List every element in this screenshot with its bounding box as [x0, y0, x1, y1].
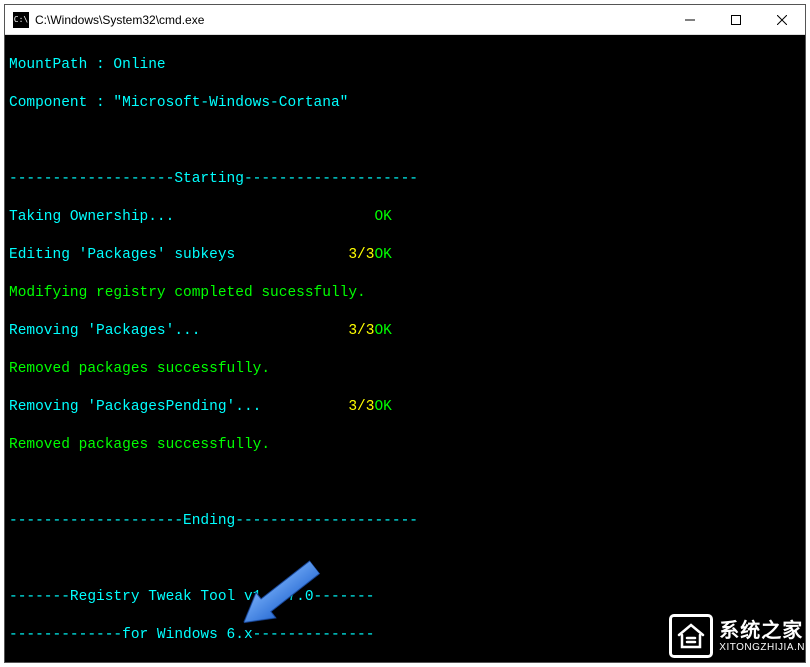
task-line: Removing 'PackagesPending'...	[9, 398, 305, 417]
success-line: Modifying registry completed sucessfully…	[9, 284, 801, 303]
status-ok: OK	[374, 323, 391, 339]
cmd-window: C:\ C:\Windows\System32\cmd.exe MountPat…	[4, 4, 806, 663]
count: 3/3	[305, 322, 375, 341]
cmd-icon: C:\	[13, 12, 29, 28]
minimize-button[interactable]	[667, 5, 713, 35]
ending-divider: --------------------Ending--------------…	[9, 512, 801, 531]
task-line: Taking Ownership...	[9, 208, 348, 227]
component-label: Component :	[9, 95, 113, 111]
starting-divider: -------------------Starting-------------…	[9, 170, 801, 189]
count: 3/3	[305, 246, 375, 265]
terminal-output[interactable]: MountPath : Online Component : "Microsof…	[5, 35, 805, 662]
mountpath-value: Online	[113, 57, 165, 73]
task-line: Removing 'Packages'...	[9, 322, 305, 341]
mountpath-label: MountPath :	[9, 57, 113, 73]
window-title: C:\Windows\System32\cmd.exe	[35, 13, 204, 27]
status-ok: OK	[348, 208, 392, 227]
maximize-button[interactable]	[713, 5, 759, 35]
component-value: "Microsoft-Windows-Cortana"	[113, 95, 348, 111]
close-button[interactable]	[759, 5, 805, 35]
credits-line: -------------for Windows 6.x------------…	[9, 626, 801, 645]
titlebar[interactable]: C:\ C:\Windows\System32\cmd.exe	[5, 5, 805, 35]
count: 3/3	[305, 398, 375, 417]
credits-line: -------Registry Tweak Tool v1.4.7.0-----…	[9, 588, 801, 607]
status-ok: OK	[374, 399, 391, 415]
success-line: Removed packages successfully.	[9, 436, 801, 455]
task-line: Editing 'Packages' subkeys	[9, 246, 305, 265]
success-line: Removed packages successfully.	[9, 360, 801, 379]
status-ok: OK	[374, 247, 391, 263]
